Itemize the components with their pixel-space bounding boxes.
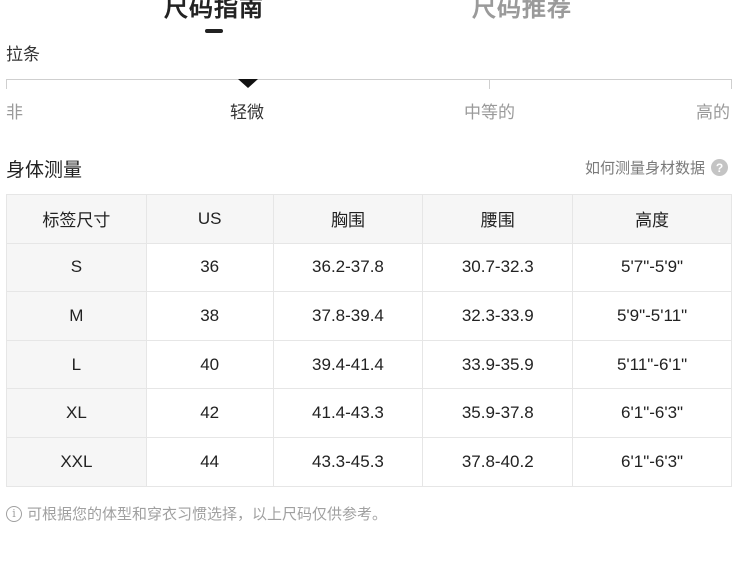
stretch-tick <box>489 79 490 89</box>
tab-size-recommendation[interactable]: 尺码推荐 <box>472 0 572 23</box>
size-footnote: i 可根据您的体型和穿衣习惯选择，以上尺码仅供参考。 <box>6 503 387 524</box>
how-to-measure-link[interactable]: 如何测量身材数据 ? <box>585 157 728 178</box>
header-label-size: 标签尺寸 <box>6 194 147 244</box>
stretch-level-high: 高的 <box>696 103 730 122</box>
header-us: US <box>145 194 274 244</box>
cell-bust: 39.4-41.4 <box>272 339 424 390</box>
cell-waist: 35.9-37.8 <box>422 388 574 438</box>
table-header-row: 标签尺寸 US 胸围 腰围 高度 <box>6 194 732 244</box>
table-row: M 38 37.8-39.4 32.3-33.9 5'9"-5'11" <box>6 291 732 341</box>
cell-waist: 32.3-33.9 <box>422 291 574 341</box>
cell-size: XL <box>6 388 147 438</box>
stretch-label: 拉条 <box>6 45 40 62</box>
cell-bust: 43.3-45.3 <box>272 436 424 487</box>
cell-height: 5'11"-6'1" <box>572 339 732 390</box>
tab-size-guide[interactable]: 尺码指南 <box>164 0 264 23</box>
cell-us: 36 <box>145 242 274 293</box>
stretch-level-slight: 轻微 <box>230 103 264 122</box>
cell-us: 40 <box>145 339 274 390</box>
header-height: 高度 <box>572 194 732 244</box>
cell-size: M <box>6 291 147 341</box>
size-tabs: 尺码指南 尺码推荐 <box>0 0 744 36</box>
cell-size: XXL <box>6 436 147 487</box>
header-waist: 腰围 <box>422 194 574 244</box>
stretch-tick <box>731 79 732 89</box>
cell-bust: 37.8-39.4 <box>272 291 424 341</box>
cell-bust: 41.4-43.3 <box>272 388 424 438</box>
cell-bust: 36.2-37.8 <box>272 242 424 293</box>
cell-height: 6'1"-6'3" <box>572 436 732 487</box>
table-row: XL 42 41.4-43.3 35.9-37.8 6'1"-6'3" <box>6 388 732 438</box>
question-icon: ? <box>711 159 728 176</box>
cell-height: 5'7"-5'9" <box>572 242 732 293</box>
stretch-scale-track <box>6 79 732 80</box>
table-row: S 36 36.2-37.8 30.7-32.3 5'7"-5'9" <box>6 242 732 293</box>
active-tab-indicator <box>205 29 223 33</box>
cell-us: 42 <box>145 388 274 438</box>
cell-waist: 37.8-40.2 <box>422 436 574 487</box>
stretch-tick <box>6 79 7 89</box>
how-to-measure-label: 如何测量身材数据 <box>584 160 705 177</box>
footnote-text: 可根据您的体型和穿衣习惯选择，以上尺码仅供参考。 <box>27 506 388 523</box>
stretch-level-medium: 中等的 <box>464 103 515 122</box>
cell-height: 6'1"-6'3" <box>572 388 732 438</box>
stretch-level-none: 非 <box>6 103 23 122</box>
body-measurement-title: 身体测量 <box>6 160 83 181</box>
info-icon: i <box>6 505 22 522</box>
table-row: L 40 39.4-41.4 33.9-35.9 5'11"-6'1" <box>6 339 732 390</box>
cell-us: 44 <box>145 436 274 487</box>
cell-height: 5'9"-5'11" <box>572 291 732 341</box>
table-row: XXL 44 43.3-45.3 37.8-40.2 6'1"-6'3" <box>6 436 732 487</box>
cell-us: 38 <box>145 291 274 341</box>
stretch-selected-marker <box>238 79 258 88</box>
size-table: 标签尺寸 US 胸围 腰围 高度 S 36 36.2-37.8 30.7-32.… <box>6 194 732 487</box>
cell-size: L <box>6 339 147 390</box>
cell-size: S <box>6 242 147 293</box>
cell-waist: 30.7-32.3 <box>422 242 574 293</box>
header-bust: 胸围 <box>272 194 424 244</box>
cell-waist: 33.9-35.9 <box>422 339 574 390</box>
